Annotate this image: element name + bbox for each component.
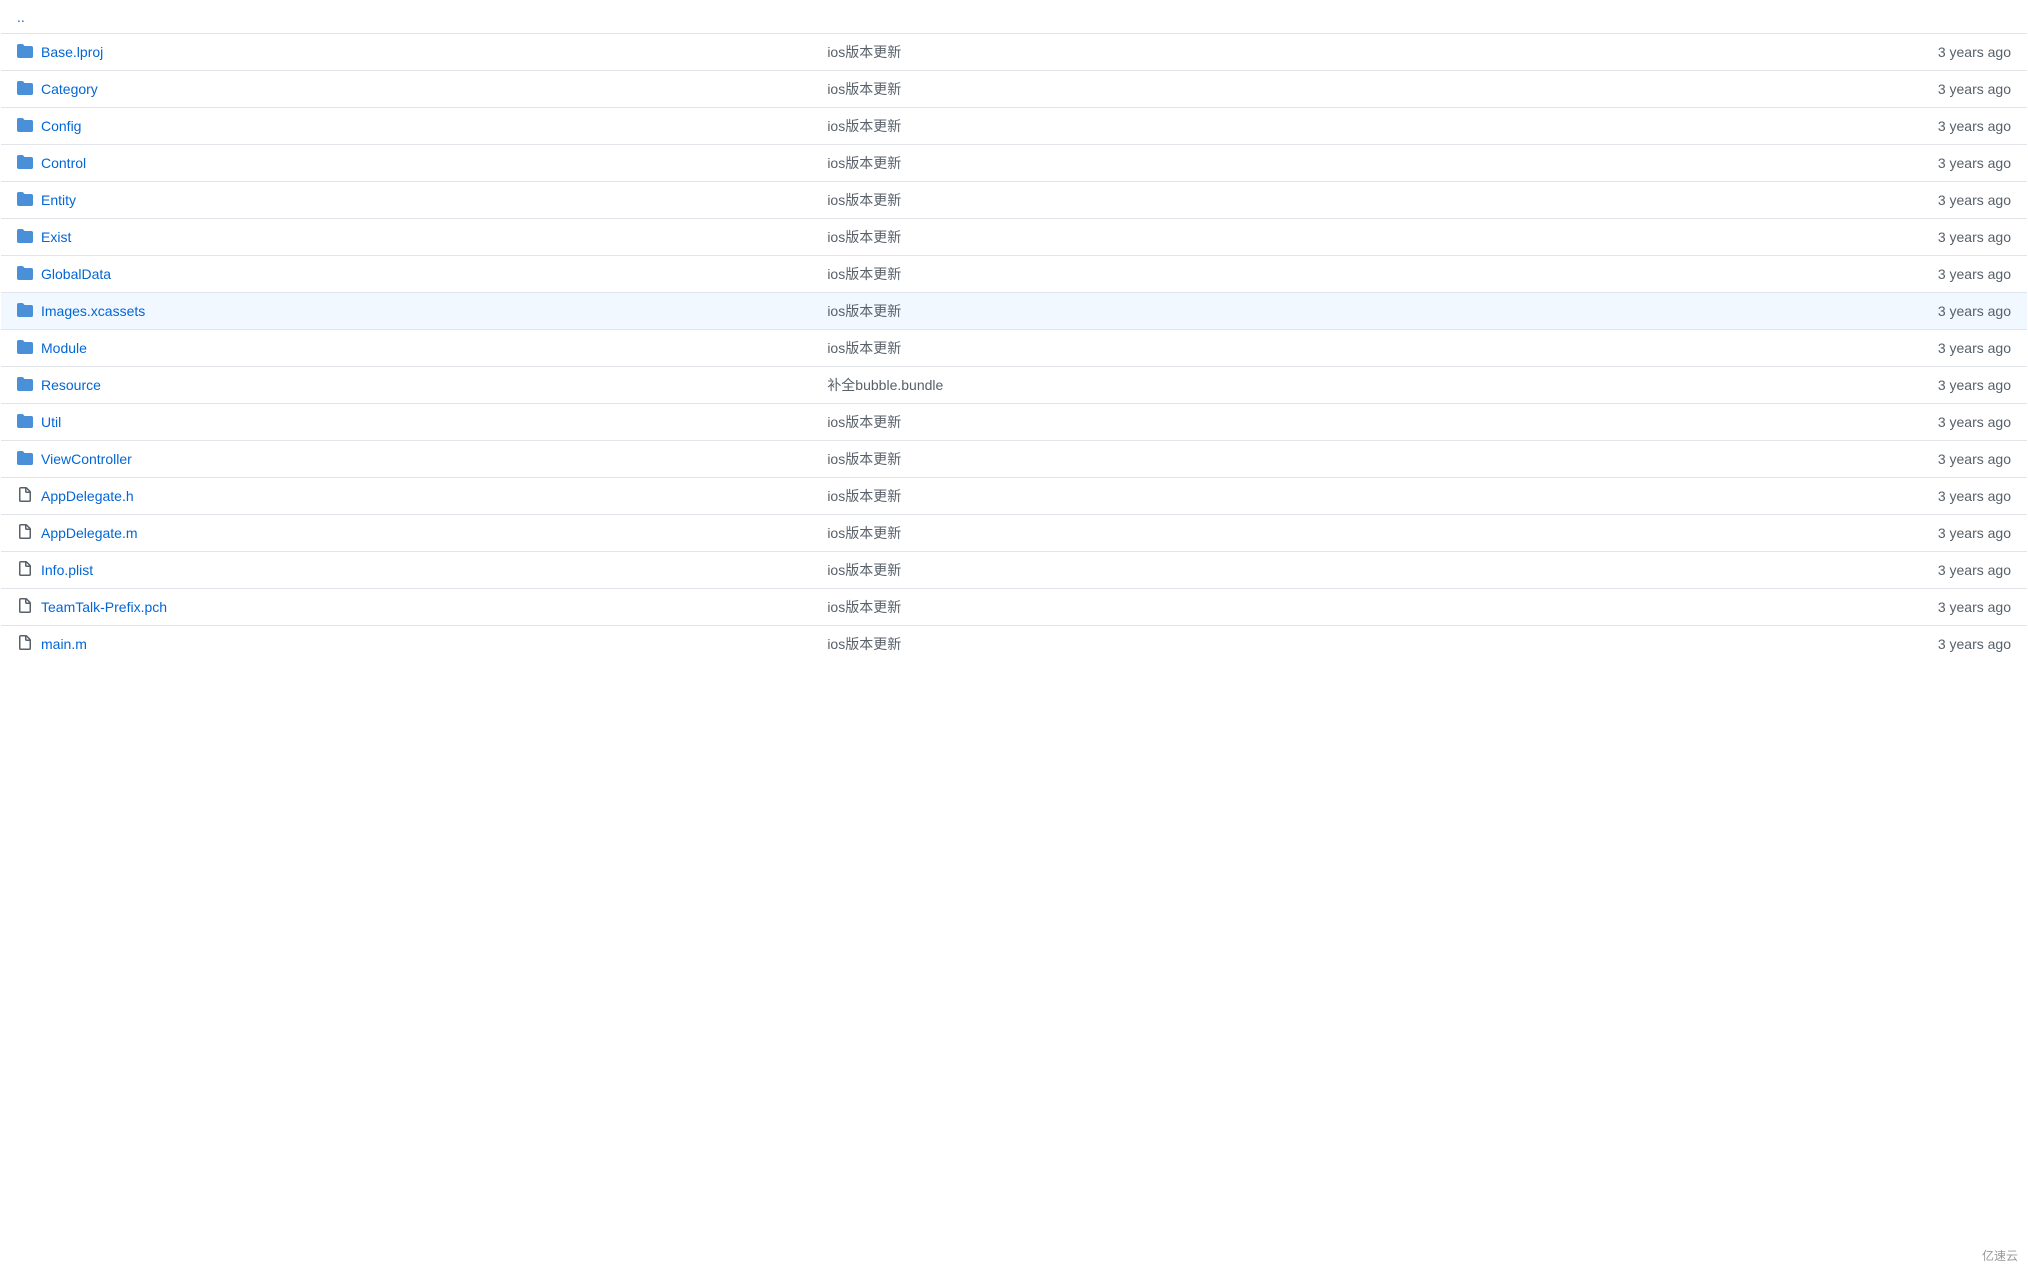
file-table: .. Base.lproj ios版本更新3 years ago Categor… — [0, 0, 2028, 663]
folder-icon — [17, 413, 33, 432]
commit-time: 3 years ago — [1622, 478, 2027, 515]
commit-message: ios版本更新 — [811, 219, 1622, 256]
commit-time: 3 years ago — [1622, 367, 2027, 404]
watermark: 亿速云 — [1982, 1247, 2018, 1264]
commit-time: 3 years ago — [1622, 182, 2027, 219]
table-row: Control ios版本更新3 years ago — [1, 145, 2028, 182]
commit-message: ios版本更新 — [811, 71, 1622, 108]
file-link[interactable]: Config — [41, 118, 81, 134]
file-link[interactable]: Module — [41, 340, 87, 356]
commit-time: 3 years ago — [1622, 219, 2027, 256]
file-link[interactable]: AppDelegate.h — [41, 488, 134, 504]
table-row: Resource 补全bubble.bundle3 years ago — [1, 367, 2028, 404]
commit-time: 3 years ago — [1622, 330, 2027, 367]
file-link[interactable]: AppDelegate.m — [41, 525, 138, 541]
table-row: Images.xcassets ios版本更新3 years ago — [1, 293, 2028, 330]
commit-time: 3 years ago — [1622, 108, 2027, 145]
table-row: Category ios版本更新3 years ago — [1, 71, 2028, 108]
folder-icon — [17, 228, 33, 247]
commit-message: ios版本更新 — [811, 293, 1622, 330]
table-row: Base.lproj ios版本更新3 years ago — [1, 34, 2028, 71]
folder-icon — [17, 117, 33, 136]
parent-row: .. — [1, 1, 2028, 34]
file-link[interactable]: main.m — [41, 636, 87, 652]
file-icon — [17, 487, 33, 506]
commit-time: 3 years ago — [1622, 589, 2027, 626]
commit-message: 补全bubble.bundle — [811, 367, 1622, 404]
table-row: Info.plist ios版本更新3 years ago — [1, 552, 2028, 589]
table-row: Exist ios版本更新3 years ago — [1, 219, 2028, 256]
file-link[interactable]: TeamTalk-Prefix.pch — [41, 599, 167, 615]
table-row: AppDelegate.h ios版本更新3 years ago — [1, 478, 2028, 515]
table-row: Util ios版本更新3 years ago — [1, 404, 2028, 441]
table-row: ViewController ios版本更新3 years ago — [1, 441, 2028, 478]
parent-link[interactable]: .. — [17, 9, 25, 25]
table-row: GlobalData ios版本更新3 years ago — [1, 256, 2028, 293]
folder-icon — [17, 376, 33, 395]
commit-message: ios版本更新 — [811, 404, 1622, 441]
file-link[interactable]: ViewController — [41, 451, 132, 467]
file-link[interactable]: Util — [41, 414, 61, 430]
folder-icon — [17, 43, 33, 62]
table-row: Module ios版本更新3 years ago — [1, 330, 2028, 367]
commit-message: ios版本更新 — [811, 330, 1622, 367]
file-link[interactable]: Entity — [41, 192, 76, 208]
file-link[interactable]: Resource — [41, 377, 101, 393]
commit-message: ios版本更新 — [811, 552, 1622, 589]
commit-time: 3 years ago — [1622, 441, 2027, 478]
commit-message: ios版本更新 — [811, 182, 1622, 219]
table-row: main.m ios版本更新3 years ago — [1, 626, 2028, 663]
file-link[interactable]: Category — [41, 81, 98, 97]
folder-icon — [17, 450, 33, 469]
table-row: AppDelegate.m ios版本更新3 years ago — [1, 515, 2028, 552]
commit-time: 3 years ago — [1622, 71, 2027, 108]
commit-message: ios版本更新 — [811, 441, 1622, 478]
folder-icon — [17, 339, 33, 358]
folder-icon — [17, 80, 33, 99]
file-link[interactable]: Exist — [41, 229, 71, 245]
commit-time: 3 years ago — [1622, 552, 2027, 589]
folder-icon — [17, 265, 33, 284]
folder-icon — [17, 302, 33, 321]
table-row: Entity ios版本更新3 years ago — [1, 182, 2028, 219]
commit-message: ios版本更新 — [811, 34, 1622, 71]
commit-message: ios版本更新 — [811, 515, 1622, 552]
commit-time: 3 years ago — [1622, 515, 2027, 552]
file-link[interactable]: Images.xcassets — [41, 303, 145, 319]
commit-message: ios版本更新 — [811, 256, 1622, 293]
table-row: Config ios版本更新3 years ago — [1, 108, 2028, 145]
commit-message: ios版本更新 — [811, 626, 1622, 663]
file-icon — [17, 598, 33, 617]
commit-message: ios版本更新 — [811, 478, 1622, 515]
commit-time: 3 years ago — [1622, 256, 2027, 293]
file-link[interactable]: Control — [41, 155, 86, 171]
file-link[interactable]: GlobalData — [41, 266, 111, 282]
commit-time: 3 years ago — [1622, 293, 2027, 330]
commit-time: 3 years ago — [1622, 34, 2027, 71]
file-icon — [17, 635, 33, 654]
folder-icon — [17, 191, 33, 210]
folder-icon — [17, 154, 33, 173]
commit-time: 3 years ago — [1622, 145, 2027, 182]
file-icon — [17, 524, 33, 543]
file-link[interactable]: Base.lproj — [41, 44, 103, 60]
commit-message: ios版本更新 — [811, 589, 1622, 626]
table-row: TeamTalk-Prefix.pch ios版本更新3 years ago — [1, 589, 2028, 626]
file-icon — [17, 561, 33, 580]
commit-time: 3 years ago — [1622, 404, 2027, 441]
commit-time: 3 years ago — [1622, 626, 2027, 663]
file-link[interactable]: Info.plist — [41, 562, 93, 578]
commit-message: ios版本更新 — [811, 145, 1622, 182]
commit-message: ios版本更新 — [811, 108, 1622, 145]
